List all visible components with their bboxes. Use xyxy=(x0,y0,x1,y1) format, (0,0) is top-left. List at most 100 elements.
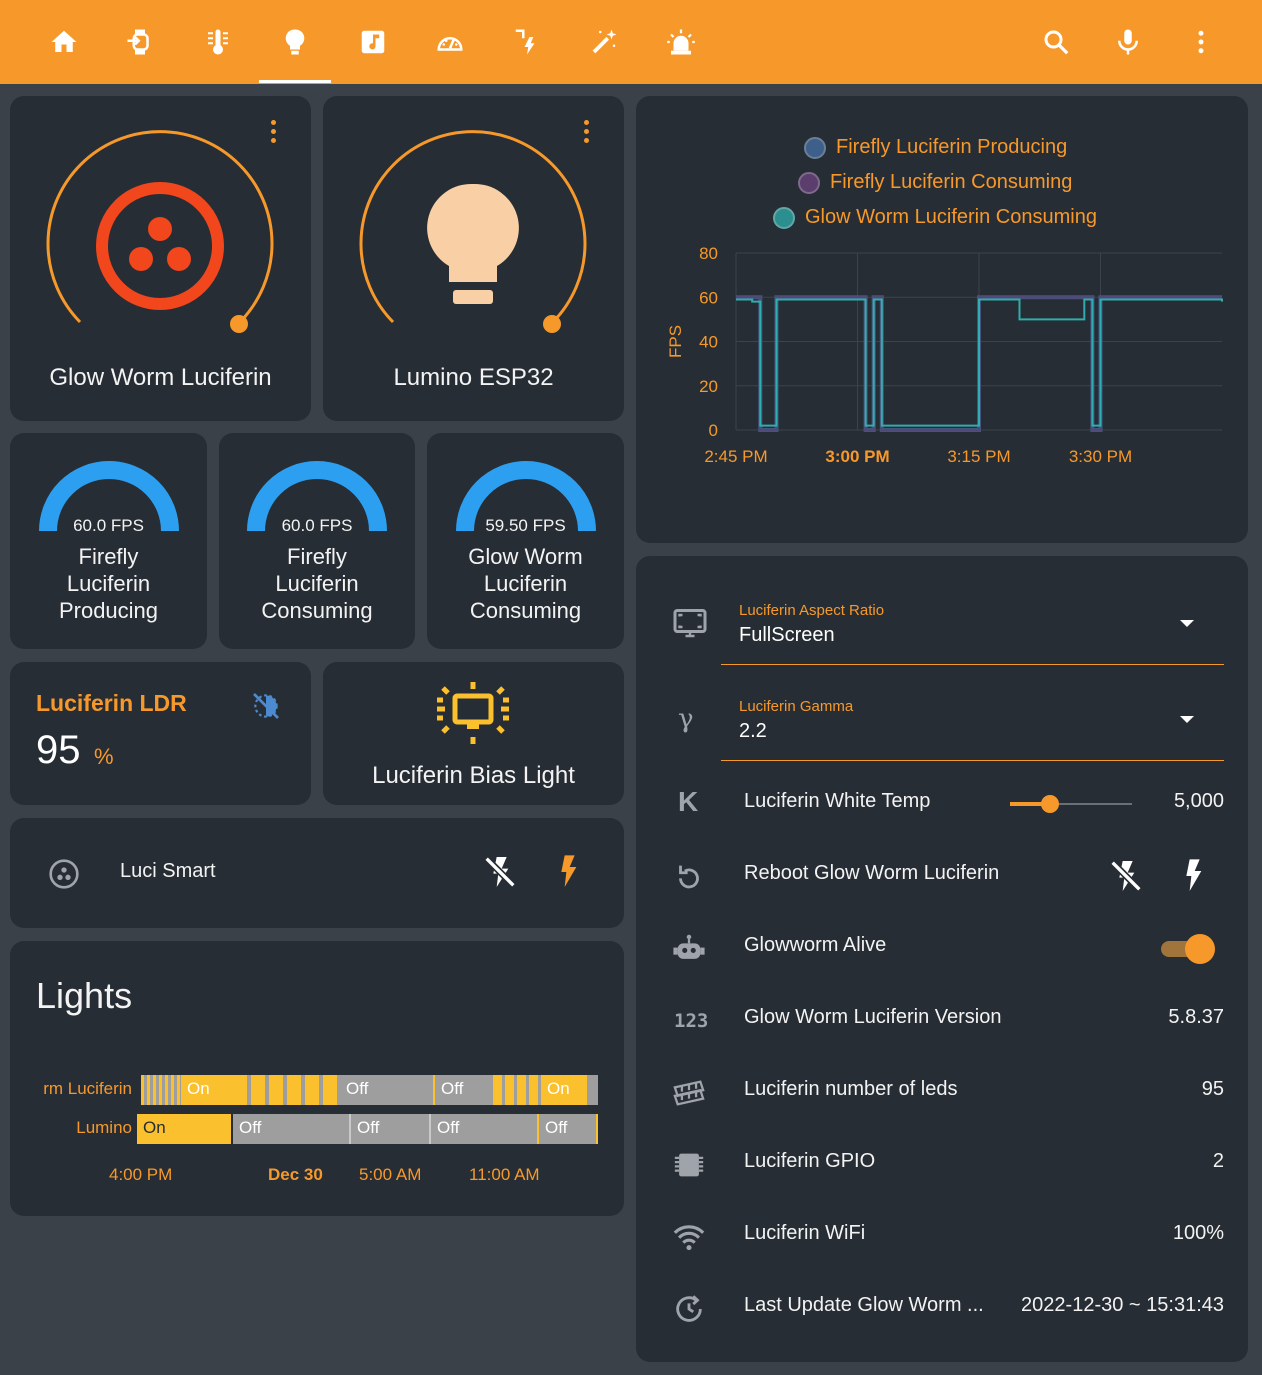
fps-line-chart[interactable]: 0 20 40 60 80 2:45 PM 3:00 PM 3:15 PM 3:30 PM FPS xyxy=(636,236,1248,536)
lightbulb-icon xyxy=(285,29,305,55)
more-vertical-icon xyxy=(1198,30,1204,54)
tab-lights[interactable] xyxy=(259,10,331,74)
chevron-down-icon xyxy=(1180,620,1194,627)
entity-name: Glow Worm Luciferin Version xyxy=(744,1006,1002,1028)
entities-card-settings: Luciferin Aspect Ratio FullScreen γ Luci… xyxy=(636,556,1248,1362)
sensor-unit: % xyxy=(94,744,114,769)
entity-value: 5,000 xyxy=(1173,790,1224,812)
brightness-ring[interactable] xyxy=(40,126,280,366)
lightbulb-icon xyxy=(427,183,519,304)
turn-off-button[interactable] xyxy=(1106,856,1146,896)
entity-name: Luci Smart xyxy=(120,860,216,882)
update-icon xyxy=(676,1295,702,1322)
entity-name: Glowworm Alive xyxy=(744,934,887,956)
entity-row-leds: Luciferin number of leds 95 xyxy=(636,1056,1248,1128)
turn-off-button[interactable] xyxy=(480,852,520,892)
y-axis-label: FPS xyxy=(666,325,685,358)
series-line xyxy=(736,298,1223,427)
gauge-name: Glow Worm Luciferin Consuming xyxy=(468,544,583,623)
light-tile-bias[interactable]: Luciferin Bias Light xyxy=(323,662,624,805)
kelvin-icon: K xyxy=(678,786,699,817)
axis-tick: 5:00 AM xyxy=(359,1165,422,1184)
flash-icon xyxy=(1186,859,1202,891)
timeline-bar[interactable]: On Off Off On xyxy=(141,1075,598,1105)
select-aspect-ratio[interactable]: Luciferin Aspect Ratio FullScreen xyxy=(721,592,1224,666)
tab-devices[interactable] xyxy=(104,10,176,74)
timeline-bar[interactable]: On Off Off Off Off xyxy=(137,1114,598,1144)
search-button[interactable] xyxy=(1028,14,1084,70)
select-gamma[interactable]: Luciferin Gamma 2.2 xyxy=(721,688,1224,762)
entity-value: 95 xyxy=(1201,1078,1224,1100)
luciferin-logo-icon xyxy=(49,859,79,889)
gauge-card-firefly-producing[interactable]: 60.0 FPS Firefly Luciferin Producing xyxy=(10,433,207,649)
white-temp-slider[interactable] xyxy=(1010,792,1132,816)
axis-tick: 11:00 AM xyxy=(469,1165,540,1184)
entity-name: Last Update Glow Worm ... xyxy=(744,1294,984,1316)
slider-handle[interactable] xyxy=(1041,795,1060,813)
entity-value: 5.8.37 xyxy=(1168,1006,1224,1028)
entity-name: Luciferin number of leds xyxy=(744,1078,958,1100)
alive-toggle[interactable] xyxy=(1161,934,1217,964)
entity-row-wifi: Luciferin WiFi 100% xyxy=(636,1200,1248,1272)
assist-button[interactable] xyxy=(1100,14,1156,70)
brightness-ring[interactable] xyxy=(353,126,593,366)
light-tile-glow-worm[interactable]: Glow Worm Luciferin xyxy=(10,96,311,421)
legend-item[interactable]: Glow Worm Luciferin Consuming xyxy=(773,206,1097,229)
x-tick-label: 3:00 PM xyxy=(825,447,889,466)
axis-tick: 4:00 PM xyxy=(109,1165,173,1184)
tab-effects[interactable] xyxy=(568,10,640,74)
light-tile-lumino[interactable]: Lumino ESP32 xyxy=(323,96,624,421)
x-tick-label: 3:15 PM xyxy=(947,447,1010,466)
timeline-label: Lumino xyxy=(76,1118,132,1137)
watch-import-icon xyxy=(127,29,149,55)
tab-alarm[interactable] xyxy=(645,10,717,74)
y-tick-label: 20 xyxy=(699,377,718,396)
light-name: Lumino ESP32 xyxy=(393,364,554,391)
gauge-name: Firefly Luciferin Consuming xyxy=(261,544,373,623)
tab-automation[interactable] xyxy=(491,10,563,74)
entity-row-alive: Glowworm Alive xyxy=(636,912,1248,984)
turn-on-button[interactable] xyxy=(548,852,588,892)
tab-climate[interactable] xyxy=(182,10,254,74)
gauge-name: Firefly Luciferin Producing xyxy=(58,544,159,623)
flash-auto-icon xyxy=(515,29,535,55)
y-tick-label: 80 xyxy=(699,244,718,263)
brightness-auto-icon xyxy=(253,693,279,719)
light-name: Glow Worm Luciferin xyxy=(49,364,272,391)
sensor-card-ldr[interactable]: Luciferin LDR 95 % xyxy=(10,662,311,805)
entity-name: Luciferin WiFi xyxy=(744,1222,866,1244)
robot-icon xyxy=(673,934,705,959)
flash-off-icon xyxy=(1110,860,1142,892)
legend-item[interactable]: Firefly Luciferin Consuming xyxy=(798,171,1072,194)
monitor-screenshot-icon xyxy=(673,609,707,638)
entity-name: Reboot Glow Worm Luciferin xyxy=(744,862,1000,884)
entity-name: Luciferin White Temp xyxy=(744,790,931,812)
entity-row-white-temp: K Luciferin White Temp 5,000 xyxy=(636,768,1248,840)
history-card-lights: Lights rm Luciferin On Off Off On Lumino… xyxy=(10,941,624,1216)
thermometer-icon xyxy=(208,29,228,55)
restart-icon xyxy=(679,865,699,889)
gauge-card-firefly-consuming[interactable]: 60.0 FPS Firefly Luciferin Consuming xyxy=(219,433,415,649)
flash-off-icon xyxy=(484,856,516,888)
entity-card-luci-smart: Luci Smart xyxy=(10,818,624,928)
entity-row-reboot: Reboot Glow Worm Luciferin xyxy=(636,840,1248,912)
entity-value: 100% xyxy=(1172,1222,1224,1244)
light-name: Luciferin Bias Light xyxy=(372,762,575,789)
y-tick-label: 60 xyxy=(699,288,718,307)
monitor-light-icon xyxy=(437,682,509,744)
gauge-card-glowworm-consuming[interactable]: 59.50 FPS Glow Worm Luciferin Consuming xyxy=(427,433,624,649)
tab-home[interactable] xyxy=(28,10,100,74)
wifi-icon xyxy=(673,1225,705,1251)
tab-media[interactable] xyxy=(337,10,409,74)
overflow-menu-button[interactable] xyxy=(1173,14,1229,70)
chip-icon xyxy=(674,1153,704,1177)
top-app-bar xyxy=(0,0,1262,84)
entity-row-gpio: Luciferin GPIO 2 xyxy=(636,1128,1248,1200)
search-icon xyxy=(1044,30,1069,55)
tab-performance[interactable] xyxy=(414,10,486,74)
flash-icon xyxy=(561,855,577,887)
sensor-name: Luciferin LDR xyxy=(36,690,187,716)
entity-row-last-update: Last Update Glow Worm ... 2022-12-30 ~ 1… xyxy=(636,1272,1248,1344)
turn-on-button[interactable] xyxy=(1173,856,1213,896)
legend-item[interactable]: Firefly Luciferin Producing xyxy=(804,136,1067,159)
